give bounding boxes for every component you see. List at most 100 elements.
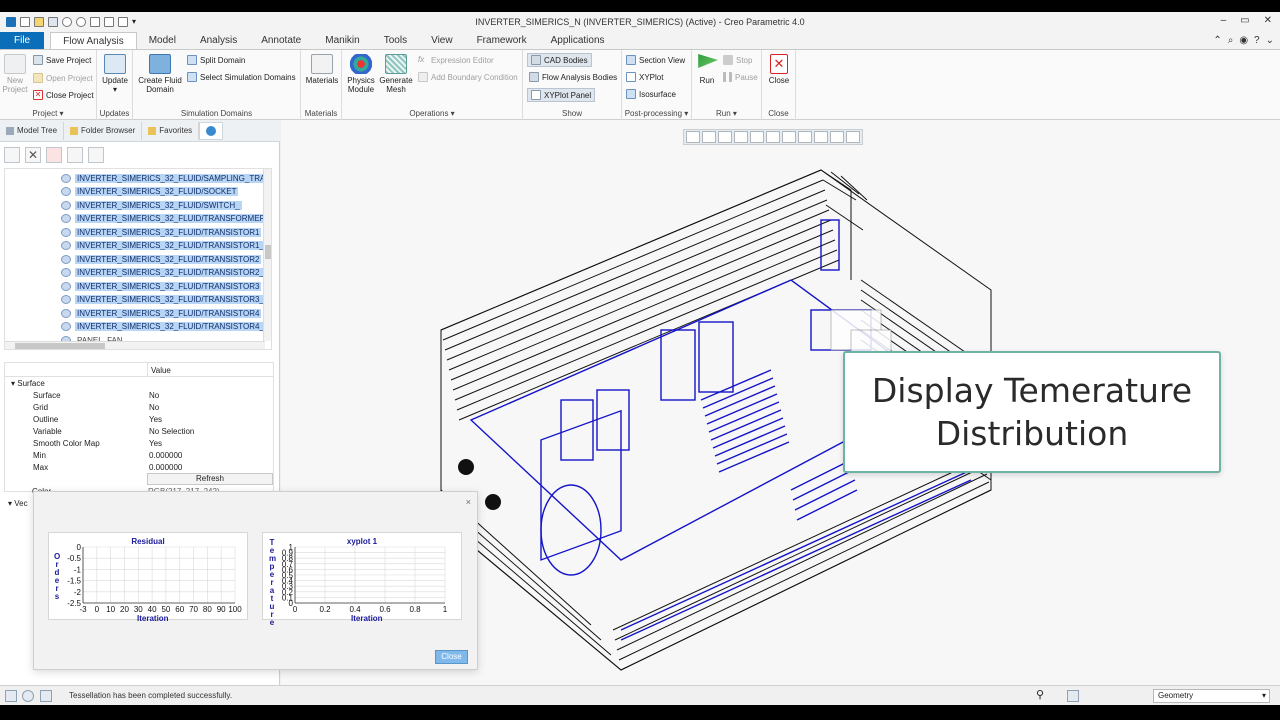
binoculars-icon[interactable]: ⚲: [1036, 690, 1048, 702]
globe-status-icon[interactable]: [22, 690, 34, 702]
zoom-out-icon[interactable]: [718, 131, 732, 143]
tree-hscroll-thumb[interactable]: [15, 343, 105, 349]
vec-section-label[interactable]: ▾ Vec: [8, 499, 28, 508]
surface-section-row[interactable]: ▾ Surface: [5, 377, 273, 389]
tab-folder-browser[interactable]: Folder Browser: [64, 121, 143, 140]
project-group: New Project Save Project Open Project ✕ …: [0, 50, 97, 120]
full-screen-icon[interactable]: [40, 690, 52, 702]
tree-vscroll-thumb[interactable]: [265, 245, 271, 259]
tree-item[interactable]: INVERTER_SIMERICS_32_FLUID/TRANSISTOR4_1: [61, 321, 271, 333]
dialog-close-button[interactable]: Close: [435, 650, 468, 664]
datum-display-icon[interactable]: [814, 131, 828, 143]
tab-view[interactable]: View: [419, 32, 465, 49]
maximize-button[interactable]: ▭: [1240, 15, 1249, 26]
selection-filter-dropdown[interactable]: Geometry ▾: [1153, 689, 1270, 703]
close-ribbon-button[interactable]: ✕ Close: [766, 54, 792, 85]
collapse-ribbon-icon[interactable]: ⌃: [1213, 32, 1221, 49]
expand-icon[interactable]: ⌄: [1266, 32, 1274, 49]
zoom-in-icon[interactable]: [702, 131, 716, 143]
repaint-icon[interactable]: [734, 131, 748, 143]
tree-item[interactable]: INVERTER_SIMERICS_32_FLUID/TRANSISTOR2_1: [61, 267, 271, 279]
tab-framework[interactable]: Framework: [465, 32, 539, 49]
property-row[interactable]: Min 0.000000: [5, 449, 273, 461]
save-project-button[interactable]: Save Project: [33, 54, 91, 66]
pause-button[interactable]: Pause: [723, 71, 758, 83]
create-fluid-domain-button[interactable]: Create Fluid Domain: [137, 54, 183, 94]
display-style-icon[interactable]: [750, 131, 764, 143]
navigator-toggle-icon[interactable]: [5, 690, 17, 702]
xyplot-panel-toggle[interactable]: XYPlot Panel: [527, 88, 596, 102]
tree-item-label: INVERTER_SIMERICS_32_FLUID/TRANSISTOR2_1: [75, 268, 271, 277]
refresh-button[interactable]: Refresh: [147, 473, 273, 485]
spin-center-icon[interactable]: [846, 131, 860, 143]
generate-mesh-button[interactable]: Generate Mesh: [379, 54, 413, 94]
tab-model-tree[interactable]: Model Tree: [0, 121, 65, 140]
dialog-close-x-icon[interactable]: ×: [466, 497, 471, 507]
collapse-tree-icon[interactable]: [88, 147, 104, 163]
saved-orientations-icon[interactable]: [766, 131, 780, 143]
folder-icon: [70, 126, 79, 135]
filter-icon[interactable]: [46, 147, 62, 163]
refit-icon[interactable]: [686, 131, 700, 143]
run-button[interactable]: Run: [695, 54, 719, 85]
refresh-tree-icon[interactable]: [4, 147, 20, 163]
tab-applications[interactable]: Applications: [539, 32, 617, 49]
tree-horizontal-scrollbar[interactable]: [5, 341, 265, 349]
selection-list-icon[interactable]: [1067, 690, 1079, 702]
tree-item[interactable]: INVERTER_SIMERICS_32_FLUID/SOCKET: [61, 186, 239, 198]
stop-button[interactable]: Stop: [723, 54, 752, 66]
expand-tree-icon[interactable]: [67, 147, 83, 163]
tab-flow-analysis[interactable]: Flow Analysis: [50, 32, 137, 49]
delete-icon[interactable]: ✕: [25, 147, 41, 163]
property-row[interactable]: Surface No: [5, 389, 273, 401]
tree-item[interactable]: INVERTER_SIMERICS_32_FLUID/TRANSFORMER: [61, 213, 268, 225]
tree-item[interactable]: INVERTER_SIMERICS_32_FLUID/TRANSISTOR3_1: [61, 294, 271, 306]
materials-button[interactable]: Materials: [304, 54, 340, 85]
perspective-icon[interactable]: [798, 131, 812, 143]
property-row[interactable]: Variable No Selection: [5, 425, 273, 437]
model-tree-label: Model Tree: [17, 126, 58, 135]
property-row[interactable]: Grid No: [5, 401, 273, 413]
annotation-display-icon[interactable]: [830, 131, 844, 143]
fan-ring: [540, 484, 602, 576]
new-project-button[interactable]: New Project: [2, 54, 28, 94]
view-manager-icon[interactable]: [782, 131, 796, 143]
tab-manikin[interactable]: Manikin: [313, 32, 371, 49]
tree-item[interactable]: INVERTER_SIMERICS_32_FLUID/TRANSISTOR4: [61, 307, 262, 319]
tree-item[interactable]: INVERTER_SIMERICS_32_FLUID/SWITCH_: [61, 199, 242, 211]
add-boundary-condition-button[interactable]: Add Boundary Condition: [418, 71, 518, 83]
tab-file[interactable]: File: [0, 32, 45, 49]
physics-module-button[interactable]: Physics Module: [345, 54, 377, 94]
tab-tools[interactable]: Tools: [372, 32, 419, 49]
select-simulation-domains-button[interactable]: Select Simulation Domains: [187, 71, 296, 83]
tab-favorites[interactable]: Favorites: [142, 121, 200, 140]
open-project-button[interactable]: Open Project: [33, 72, 93, 84]
minimize-button[interactable]: –: [1221, 15, 1227, 26]
search-icon[interactable]: ⌕: [1228, 32, 1234, 49]
close-project-button[interactable]: ✕ Close Project: [33, 89, 94, 101]
cad-bodies-toggle[interactable]: CAD Bodies: [527, 53, 592, 67]
tree-item[interactable]: INVERTER_SIMERICS_32_FLUID/TRANSISTOR2: [61, 253, 262, 265]
section-view-button[interactable]: Section View: [626, 54, 685, 66]
tree-item[interactable]: INVERTER_SIMERICS_32_FLUID/TRANSISTOR3: [61, 280, 262, 292]
isosurface-button[interactable]: Isosurface: [626, 88, 676, 100]
close-button[interactable]: ✕: [1264, 15, 1272, 26]
property-row[interactable]: Outline Yes: [5, 413, 273, 425]
flow-analysis-bodies-toggle[interactable]: Flow Analysis Bodies: [529, 71, 617, 83]
split-domain-button[interactable]: Split Domain: [187, 54, 245, 66]
tree-item[interactable]: INVERTER_SIMERICS_32_FLUID/TRANSISTOR1_1: [61, 240, 271, 252]
community-icon[interactable]: ◉: [1239, 32, 1248, 49]
tree-item[interactable]: INVERTER_SIMERICS_32_FLUID/SAMPLING_TRAN…: [61, 172, 271, 184]
property-row[interactable]: Smooth Color Map Yes: [5, 437, 273, 449]
update-button[interactable]: Update ▾: [100, 54, 130, 94]
xyplot-button[interactable]: XYPlot: [626, 71, 663, 83]
property-row[interactable]: Max 0.000000: [5, 461, 273, 473]
help-icon[interactable]: ?: [1254, 32, 1260, 49]
tab-flow-analysis-tree[interactable]: [199, 121, 224, 140]
tab-model[interactable]: Model: [137, 32, 188, 49]
tree-item[interactable]: INVERTER_SIMERICS_32_FLUID/TRANSISTOR1: [61, 226, 262, 238]
tab-analysis[interactable]: Analysis: [188, 32, 249, 49]
expression-editor-button[interactable]: fx Expression Editor: [418, 54, 494, 66]
tree-vertical-scrollbar[interactable]: [263, 169, 271, 341]
tab-annotate[interactable]: Annotate: [249, 32, 313, 49]
